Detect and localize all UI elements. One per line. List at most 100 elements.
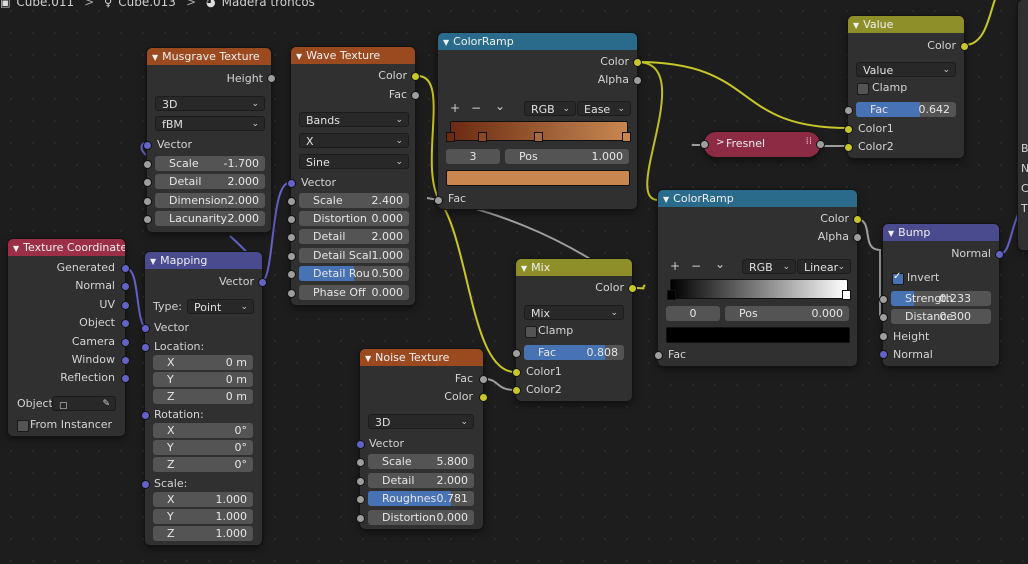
input-detail-socket[interactable]	[143, 178, 152, 187]
output-fac-socket[interactable]	[479, 375, 488, 384]
color-stop-2[interactable]	[534, 132, 543, 142]
input-scale-socket[interactable]	[141, 480, 150, 489]
output-normal-socket[interactable]	[995, 250, 1004, 259]
node-colorramp-1[interactable]: ▼ ColorRamp Color Alpha + − ⌄ RGB ⌄ Ease ⌄ …	[434, 33, 642, 209]
input-distance-socket[interactable]	[879, 313, 888, 322]
rotation-x-field[interactable]: X 0°	[153, 423, 253, 438]
input-color1-socket[interactable]	[512, 368, 521, 377]
output-height-socket[interactable]	[267, 74, 276, 83]
collapse-icon[interactable]: ▼	[152, 49, 158, 65]
ramp-menu-chevron-icon[interactable]: ⌄	[715, 257, 725, 271]
invert-checkbox[interactable]	[892, 271, 904, 285]
output-window-socket[interactable]	[121, 356, 130, 365]
node-mix[interactable]: ▼ Mix Color Mix ⌄ Clamp Fac 0.808 Color1 Co…	[512, 259, 637, 401]
node-header[interactable]: ▼ ColorRamp	[438, 33, 637, 50]
scale-z-field[interactable]: Z 1.000	[153, 525, 253, 541]
location-y-field[interactable]: Y0 m	[153, 371, 253, 387]
input-roughness-socket[interactable]	[356, 495, 365, 504]
input-fac-socket[interactable]	[654, 351, 663, 360]
ramp-interpolation-select[interactable]: Ease ⌄	[577, 101, 631, 116]
color-stop-0[interactable]	[667, 290, 676, 300]
collapse-icon[interactable]: ▼	[365, 350, 371, 366]
distortion-field[interactable]: Distortion 0.000	[299, 211, 409, 226]
wave-type-select[interactable]: Bands ⌄	[299, 112, 409, 127]
active-stop-color-swatch[interactable]	[666, 327, 850, 343]
color-stop-1[interactable]	[842, 290, 851, 300]
detail-field[interactable]: Detail 2.000	[368, 473, 474, 488]
eyedropper-icon[interactable]: ✎	[102, 397, 110, 412]
detail-scale-field[interactable]: Detail Scal 1.000	[299, 248, 409, 263]
value-mode-select[interactable]: Value ⌄	[856, 62, 956, 77]
node-header[interactable]: ▼ Mapping	[145, 252, 262, 269]
breadcrumb-item-object[interactable]: Cube.011	[16, 0, 74, 9]
input-detail-scale-socket[interactable]	[287, 252, 296, 261]
node-header[interactable]: ▼ ColorRamp	[658, 190, 857, 207]
scale-y-field[interactable]: Y 1.000	[153, 508, 253, 524]
node-bump[interactable]: ▼ Bump Normal Invert Strength0.233 Distan…	[879, 224, 1004, 366]
output-color-socket[interactable]	[853, 215, 862, 224]
fac-field[interactable]: Fac 0.642	[856, 102, 956, 117]
input-location-socket[interactable]	[141, 343, 150, 352]
node-fresnel-collapsed[interactable]: > Fresnel ⁞⁞	[700, 132, 825, 157]
output-alpha-socket[interactable]	[633, 76, 642, 85]
active-stop-position-field[interactable]: Pos 1.000	[505, 149, 629, 164]
node-header[interactable]: ▼ Noise Texture	[360, 349, 483, 366]
location-z-field[interactable]: Z0 m	[153, 388, 253, 404]
phase-offset-field[interactable]: Phase Off 0.000	[299, 285, 409, 300]
node-header[interactable]: ▼ Bump	[883, 224, 999, 241]
lacunarity-field[interactable]: Lacunarity 2.000	[155, 211, 265, 226]
input-vector-socket[interactable]	[356, 440, 365, 449]
node-header[interactable]: ▼ Value	[848, 16, 964, 33]
output-color-socket[interactable]	[628, 284, 637, 293]
color-stop-0[interactable]	[446, 132, 455, 142]
input-socket[interactable]	[700, 140, 709, 149]
output-uv-socket[interactable]	[121, 300, 130, 310]
ramp-interpolation-select[interactable]: Linear ⌄	[797, 259, 851, 274]
wave-profile-select[interactable]: Sine ⌄	[299, 154, 409, 169]
collapse-icon[interactable]: ▼	[888, 225, 894, 241]
collapse-icon[interactable]: ▼	[853, 17, 859, 33]
active-stop-index-field[interactable]: 3	[446, 149, 500, 164]
drag-handle-icon[interactable]: ⁞⁞	[806, 136, 812, 147]
output-fac-socket[interactable]	[411, 91, 420, 100]
remove-stop-button[interactable]: −	[691, 259, 701, 273]
input-lacunarity-socket[interactable]	[143, 215, 152, 224]
node-header[interactable]: ▼ Mix	[516, 259, 632, 276]
ramp-menu-chevron-icon[interactable]: ⌄	[495, 99, 505, 113]
collapse-icon[interactable]: ▼	[296, 48, 302, 64]
input-normal-socket[interactable]	[879, 350, 888, 359]
rotation-z-field[interactable]: Z 0°	[153, 456, 253, 472]
expand-icon[interactable]: >	[716, 137, 724, 148]
input-height-socket[interactable]	[879, 332, 888, 341]
location-x-field[interactable]: X0 m	[153, 355, 253, 370]
active-stop-color-swatch[interactable]	[446, 170, 630, 186]
input-phase-offset-socket[interactable]	[287, 289, 296, 298]
output-generated-socket[interactable]	[121, 264, 130, 273]
scale-x-field[interactable]: X 1.000	[153, 492, 253, 507]
node-value[interactable]: ▼ Value Color Value ⌄ Clamp Fac 0.642 Color…	[844, 16, 969, 158]
input-scale-socket[interactable]	[143, 160, 152, 169]
output-color-socket[interactable]	[633, 58, 642, 67]
node-header[interactable]: ▼ Musgrave Texture	[147, 48, 271, 65]
remove-stop-button[interactable]: −	[471, 101, 481, 115]
scale-field[interactable]: Scale 5.800	[368, 454, 474, 469]
from-instancer-checkbox[interactable]	[17, 420, 29, 432]
scale-field[interactable]: Scale 2.400	[299, 193, 409, 208]
input-vector-socket[interactable]	[141, 324, 150, 333]
output-color-socket[interactable]	[411, 72, 420, 81]
input-fac-socket[interactable]	[512, 349, 521, 358]
output-reflection-socket[interactable]	[121, 374, 130, 384]
node-header[interactable]: ▼ Texture Coordinate	[8, 239, 125, 256]
rotation-y-field[interactable]: Y 0°	[153, 439, 253, 455]
dimensions-select[interactable]: 3D ⌄	[155, 96, 265, 111]
musgrave-type-select[interactable]: fBM ⌄	[155, 116, 265, 131]
input-vector-socket[interactable]	[287, 179, 296, 188]
output-camera-socket[interactable]	[121, 337, 130, 347]
breadcrumb-item-data[interactable]: Cube.013	[118, 0, 176, 9]
node-header[interactable]: ▼ Wave Texture	[291, 47, 415, 64]
collapse-icon[interactable]: ▼	[663, 191, 669, 207]
color-stop-1[interactable]	[477, 132, 487, 142]
output-object-socket[interactable]	[121, 319, 130, 329]
input-distortion-socket[interactable]	[356, 514, 365, 523]
input-color2-socket[interactable]	[844, 143, 853, 152]
